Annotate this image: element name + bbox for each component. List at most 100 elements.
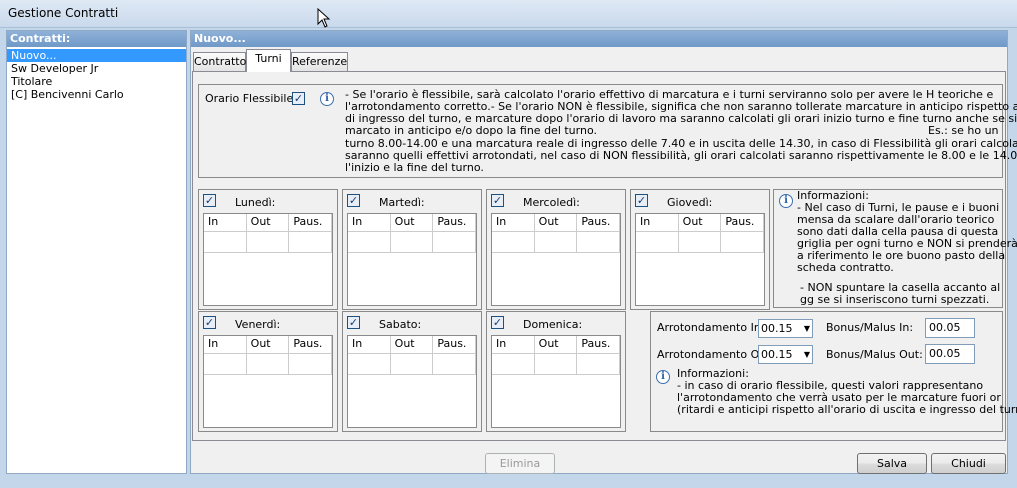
info-icon: i xyxy=(656,370,670,384)
tab-turni[interactable]: Turni xyxy=(246,49,291,72)
day-label: Domenica: xyxy=(523,318,583,331)
grid-column-header[interactable]: In xyxy=(204,336,247,353)
day-checkbox[interactable]: ✓ xyxy=(347,316,360,329)
grid-cell[interactable] xyxy=(492,354,535,374)
grid-cell[interactable] xyxy=(636,232,679,252)
grid-cell[interactable] xyxy=(348,232,391,252)
grid-column-header[interactable]: Paus. xyxy=(577,336,621,353)
grid-column-header[interactable]: Out xyxy=(247,336,290,353)
grid-column-header[interactable]: In xyxy=(204,214,247,231)
grid-new-row[interactable] xyxy=(348,354,477,375)
grid-column-header[interactable]: Out xyxy=(679,214,722,231)
grid-new-row[interactable] xyxy=(492,354,621,375)
flex-info-line: Es.: se ho un xyxy=(928,124,999,137)
day-group: ✓ Mercoledì: In Out Paus. xyxy=(486,189,626,310)
grid-cell[interactable] xyxy=(391,354,434,374)
grid-column-header[interactable]: Out xyxy=(535,336,578,353)
grid-cell[interactable] xyxy=(577,354,621,374)
grid-column-header[interactable]: In xyxy=(636,214,679,231)
grid-cell[interactable] xyxy=(492,232,535,252)
grid-cell[interactable] xyxy=(679,232,722,252)
day-checkbox[interactable]: ✓ xyxy=(491,316,504,329)
grid-new-row[interactable] xyxy=(636,232,765,253)
grid-header: In Out Paus. xyxy=(204,214,333,232)
day-checkbox[interactable]: ✓ xyxy=(203,194,216,207)
grid-column-header[interactable]: Paus. xyxy=(433,214,477,231)
bonus-in-input[interactable]: 00.05 xyxy=(925,318,975,338)
info-icon: i xyxy=(320,92,334,106)
grid-new-row[interactable] xyxy=(492,232,621,253)
grid-cell[interactable] xyxy=(721,232,765,252)
grid-cell[interactable] xyxy=(204,232,247,252)
grid-new-row[interactable] xyxy=(348,232,477,253)
bonus-out-label: Bonus/Malus Out: xyxy=(826,348,923,361)
day-checkbox[interactable]: ✓ xyxy=(635,194,648,207)
grid-column-header[interactable]: Paus. xyxy=(577,214,621,231)
grid-new-row[interactable] xyxy=(204,354,333,375)
grid-column-header[interactable]: In xyxy=(492,214,535,231)
contracts-panel-header: Contratti: xyxy=(7,31,186,47)
delete-button[interactable]: Elimina xyxy=(485,453,555,474)
grid-column-header[interactable]: In xyxy=(348,336,391,353)
day-checkbox[interactable]: ✓ xyxy=(347,194,360,207)
grid-cell[interactable] xyxy=(577,232,621,252)
grid-cell[interactable] xyxy=(535,354,578,374)
shift-grid[interactable]: In Out Paus. xyxy=(347,335,477,428)
details-panel-header: Nuovo... xyxy=(191,31,1007,47)
grid-column-header[interactable]: Paus. xyxy=(289,214,333,231)
day-checkbox[interactable]: ✓ xyxy=(203,316,216,329)
contract-list-item[interactable]: Sw Developer Jr xyxy=(7,62,186,75)
grid-header: In Out Paus. xyxy=(348,214,477,232)
grid-column-header[interactable]: In xyxy=(492,336,535,353)
grid-column-header[interactable]: Paus. xyxy=(289,336,333,353)
grid-column-header[interactable]: In xyxy=(348,214,391,231)
grid-cell[interactable] xyxy=(289,232,333,252)
grid-cell[interactable] xyxy=(289,354,333,374)
title-bar[interactable] xyxy=(0,0,1017,28)
rounding-in-value: 00.15 xyxy=(761,322,793,335)
grid-cell[interactable] xyxy=(433,354,477,374)
grid-column-header[interactable]: Paus. xyxy=(433,336,477,353)
grid-cell[interactable] xyxy=(535,232,578,252)
grid-cell[interactable] xyxy=(247,354,290,374)
mouse-cursor-icon xyxy=(317,8,331,28)
shift-grid[interactable]: In Out Paus. xyxy=(491,213,621,306)
grid-cell[interactable] xyxy=(348,354,391,374)
day-group: ✓ Domenica: In Out Paus. xyxy=(486,311,626,432)
chevron-down-icon: ▼ xyxy=(803,324,810,333)
grid-cell[interactable] xyxy=(247,232,290,252)
tab-referenze[interactable]: Referenze xyxy=(291,52,348,71)
grid-cell[interactable] xyxy=(391,232,434,252)
rounding-out-select[interactable]: 00.15 ▼ xyxy=(758,345,813,364)
contract-list-item[interactable]: Titolare xyxy=(7,75,186,88)
rounding-in-select[interactable]: 00.15 ▼ xyxy=(758,319,813,338)
shift-grid[interactable]: In Out Paus. xyxy=(203,335,333,428)
grid-cell[interactable] xyxy=(433,232,477,252)
contracts-list[interactable]: Nuovo... Sw Developer Jr Titolare [C] Benci… xyxy=(7,49,186,101)
contract-list-item[interactable]: Nuovo... xyxy=(7,49,186,62)
grid-new-row[interactable] xyxy=(204,232,333,253)
day-group: ✓ Martedì: In Out Paus. xyxy=(342,189,482,310)
close-button[interactable]: Chiudi xyxy=(931,453,1006,474)
rounding-out-value: 00.15 xyxy=(761,348,793,361)
turni-info-line: scheda contratto. xyxy=(797,261,894,274)
day-group: ✓ Giovedì: In Out Paus. xyxy=(630,189,770,310)
tab-contratto[interactable]: Contratto xyxy=(193,52,246,71)
save-button[interactable]: Salva xyxy=(857,453,927,474)
rounding-out-label: Arrotondamento Out: xyxy=(657,348,775,361)
grid-column-header[interactable]: Out xyxy=(391,336,434,353)
day-group: ✓ Sabato: In Out Paus. xyxy=(342,311,482,432)
grid-column-header[interactable]: Paus. xyxy=(721,214,765,231)
shift-grid[interactable]: In Out Paus. xyxy=(491,335,621,428)
shift-grid[interactable]: In Out Paus. xyxy=(635,213,765,306)
bonus-out-input[interactable]: 00.05 xyxy=(925,344,975,364)
grid-cell[interactable] xyxy=(204,354,247,374)
day-checkbox[interactable]: ✓ xyxy=(491,194,504,207)
shift-grid[interactable]: In Out Paus. xyxy=(347,213,477,306)
contract-list-item[interactable]: [C] Bencivenni Carlo xyxy=(7,88,186,101)
flex-checkbox[interactable]: ✓ xyxy=(292,92,305,105)
grid-column-header[interactable]: Out xyxy=(391,214,434,231)
grid-column-header[interactable]: Out xyxy=(247,214,290,231)
grid-column-header[interactable]: Out xyxy=(535,214,578,231)
shift-grid[interactable]: In Out Paus. xyxy=(203,213,333,306)
